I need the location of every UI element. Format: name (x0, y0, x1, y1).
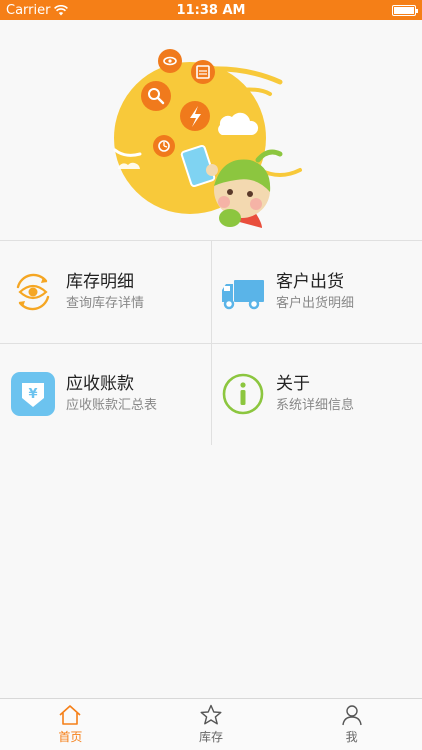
eye-sync-icon (10, 269, 56, 315)
tab-label: 库存 (199, 730, 224, 744)
tab-me[interactable]: 我 (281, 699, 422, 750)
tab-label: 我 (345, 730, 358, 744)
yen-download-icon: ¥ (10, 371, 56, 417)
tab-label: 首页 (58, 730, 83, 744)
menu-title: 关于 (276, 374, 310, 394)
truck-icon (220, 269, 266, 315)
battery-icon (392, 4, 418, 16)
menu-title: 库存明细 (66, 272, 134, 292)
menu-subtitle: 客户出货明细 (276, 296, 355, 311)
menu-subtitle: 系统详细信息 (276, 398, 355, 413)
tab-home[interactable]: 首页 (0, 699, 141, 750)
user-icon (341, 705, 362, 726)
tab-bar: 首页 库存 我 (0, 698, 422, 750)
menu-item-shipment[interactable]: 客户出货 客户出货明细 (220, 266, 415, 318)
menu-item-receivables[interactable]: ¥ 应收账款 应收账款汇总表 (10, 368, 205, 420)
wifi-icon (54, 4, 69, 15)
menu-item-about[interactable]: 关于 系统详细信息 (220, 368, 415, 420)
menu-subtitle: 应收账款汇总表 (66, 398, 158, 413)
carrier-label: Carrier (6, 2, 51, 18)
menu-grid: 库存明细 查询库存详情 客户出货 客户出货明细 ¥ 应收账款 应收账款汇总表 关… (0, 240, 422, 445)
menu-title: 客户出货 (276, 272, 344, 292)
home-icon (59, 705, 81, 725)
tab-inventory[interactable]: 库存 (141, 699, 282, 750)
status-left: Carrier (6, 2, 69, 18)
menu-subtitle: 查询库存详情 (66, 296, 145, 311)
star-icon (200, 704, 222, 725)
svg-text:¥: ¥ (28, 387, 37, 402)
menu-item-inventory[interactable]: 库存明细 查询库存详情 (10, 266, 205, 318)
divider (211, 240, 212, 445)
hero-illustration (0, 20, 422, 240)
status-bar: Carrier 11:38 AM (0, 0, 422, 20)
info-icon (220, 371, 266, 417)
menu-title: 应收账款 (66, 374, 134, 394)
